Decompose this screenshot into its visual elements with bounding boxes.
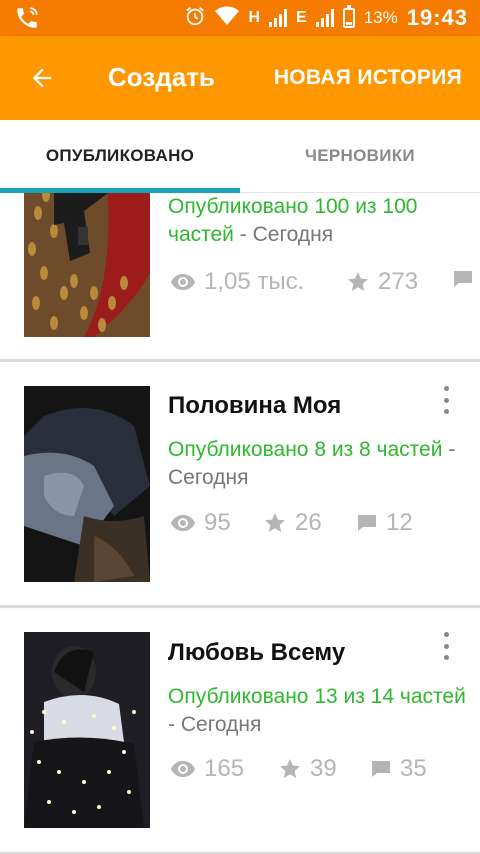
- battery-percent: 13%: [363, 8, 398, 27]
- story-status: Опубликовано 100 из 100 частей - Сегодня: [168, 193, 468, 249]
- story-date: Сегодня: [252, 223, 334, 246]
- views-count: 95: [204, 509, 231, 536]
- story-card[interactable]: Опубликовано 100 из 100 частей - Сегодня…: [0, 193, 480, 362]
- signal-icon: [269, 9, 288, 27]
- app-bar: Создать НОВАЯ ИСТОРИЯ: [0, 36, 480, 120]
- votes-stat: 39: [278, 755, 337, 783]
- eye-icon: [171, 761, 195, 777]
- phone-icon: [14, 5, 40, 36]
- star-icon: [348, 272, 368, 291]
- separator: -: [239, 223, 247, 246]
- alarm-icon: [184, 5, 206, 32]
- story-card[interactable]: Половина Моя Опубликовано 8 из 8 частей …: [0, 362, 480, 608]
- star-icon: [280, 759, 300, 778]
- comments-stat: 12: [356, 509, 413, 537]
- comments-stat: [452, 268, 480, 290]
- tab-published[interactable]: ОПУБЛИКОВАНО: [0, 120, 240, 192]
- separator: -: [448, 438, 456, 461]
- new-story-button[interactable]: НОВАЯ ИСТОРИЯ: [274, 66, 462, 90]
- battery-icon: [342, 5, 355, 28]
- wifi-icon: [215, 6, 240, 31]
- more-options-icon[interactable]: [440, 386, 452, 414]
- eye-icon: [171, 515, 195, 531]
- story-cover: [24, 386, 150, 582]
- story-date: Сегодня: [180, 713, 262, 736]
- story-cover: [24, 193, 150, 337]
- network-type-h: H: [248, 9, 261, 26]
- votes-stat: 26: [263, 509, 322, 537]
- page-title: Создать: [108, 62, 215, 92]
- clock: 19:43: [406, 5, 468, 30]
- arrow-left-icon: [32, 68, 52, 88]
- comment-icon: [372, 761, 390, 777]
- signal-icon: [315, 9, 334, 27]
- story-status: Опубликовано 8 из 8 частей - Сегодня: [168, 436, 468, 492]
- views-count: 1,05 тыс.: [204, 268, 305, 295]
- network-type-e: E: [296, 9, 307, 26]
- votes-count: 39: [310, 755, 337, 782]
- story-status: Опубликовано 13 из 14 частей - Сегодня: [168, 683, 468, 739]
- votes-stat: 273: [346, 268, 418, 296]
- story-title: Половина Моя: [168, 392, 342, 419]
- comments-count: 12: [386, 509, 413, 536]
- comment-icon: [358, 515, 376, 531]
- votes-count: 273: [378, 268, 419, 295]
- story-title: Любовь Всему: [168, 639, 346, 666]
- views-count: 165: [204, 755, 245, 782]
- more-options-icon[interactable]: [440, 632, 452, 660]
- comment-icon: [454, 271, 472, 287]
- views-stat: 1,05 тыс.: [170, 268, 304, 296]
- views-stat: 95: [170, 509, 231, 537]
- tab-bar: ОПУБЛИКОВАНО ЧЕРНОВИКИ: [0, 120, 480, 193]
- published-text: Опубликовано 13 из 14 частей: [168, 685, 466, 708]
- story-date: Сегодня: [168, 466, 249, 489]
- back-button[interactable]: [26, 60, 58, 96]
- votes-count: 26: [295, 509, 322, 536]
- comments-count: 35: [400, 755, 427, 782]
- status-bar: H E 13% 19:43: [0, 0, 480, 36]
- published-text: Опубликовано 8 из 8 частей: [168, 438, 443, 461]
- story-card[interactable]: Любовь Всему Опубликовано 13 из 14 часте…: [0, 609, 480, 854]
- separator: -: [168, 713, 175, 736]
- comments-stat: 35: [370, 755, 427, 783]
- story-list: Опубликовано 100 из 100 частей - Сегодня…: [0, 193, 480, 854]
- star-icon: [265, 513, 285, 532]
- eye-icon: [171, 274, 195, 290]
- tab-drafts[interactable]: ЧЕРНОВИКИ: [240, 120, 480, 192]
- views-stat: 165: [170, 755, 244, 783]
- story-cover: [24, 632, 150, 828]
